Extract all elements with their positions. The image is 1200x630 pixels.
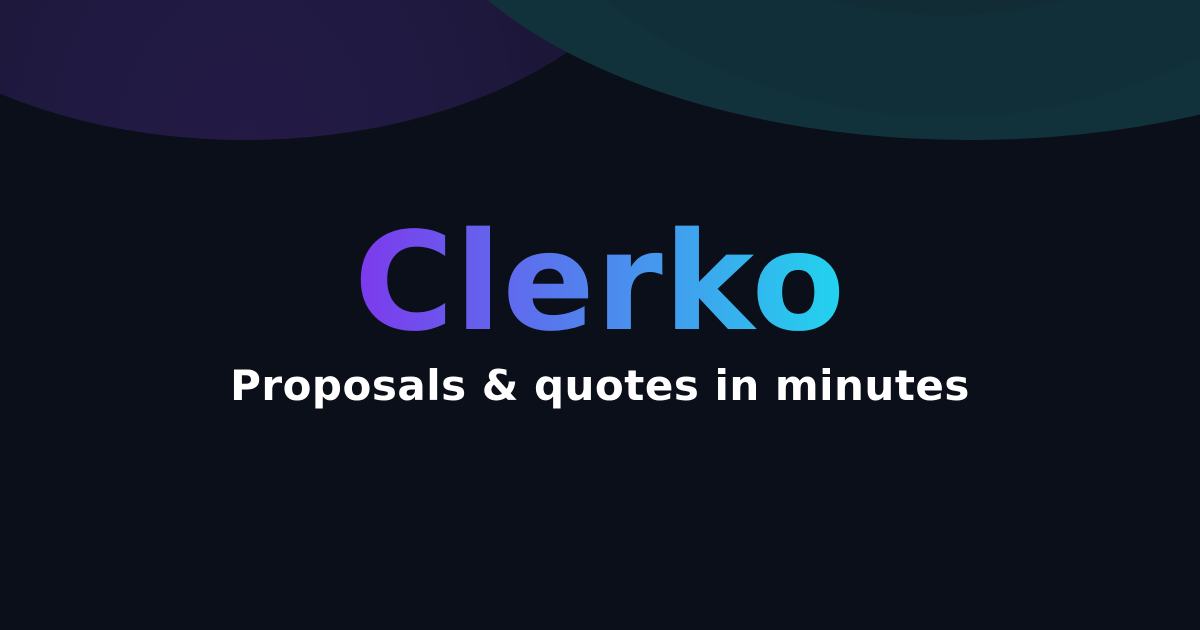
hero: Clerko Proposals & quotes in minutes — [0, 0, 1200, 630]
brand-wordmark: Clerko — [0, 208, 1200, 358]
social-card: Clerko Proposals & quotes in minutes — [0, 0, 1200, 630]
tagline: Proposals & quotes in minutes — [230, 361, 970, 410]
